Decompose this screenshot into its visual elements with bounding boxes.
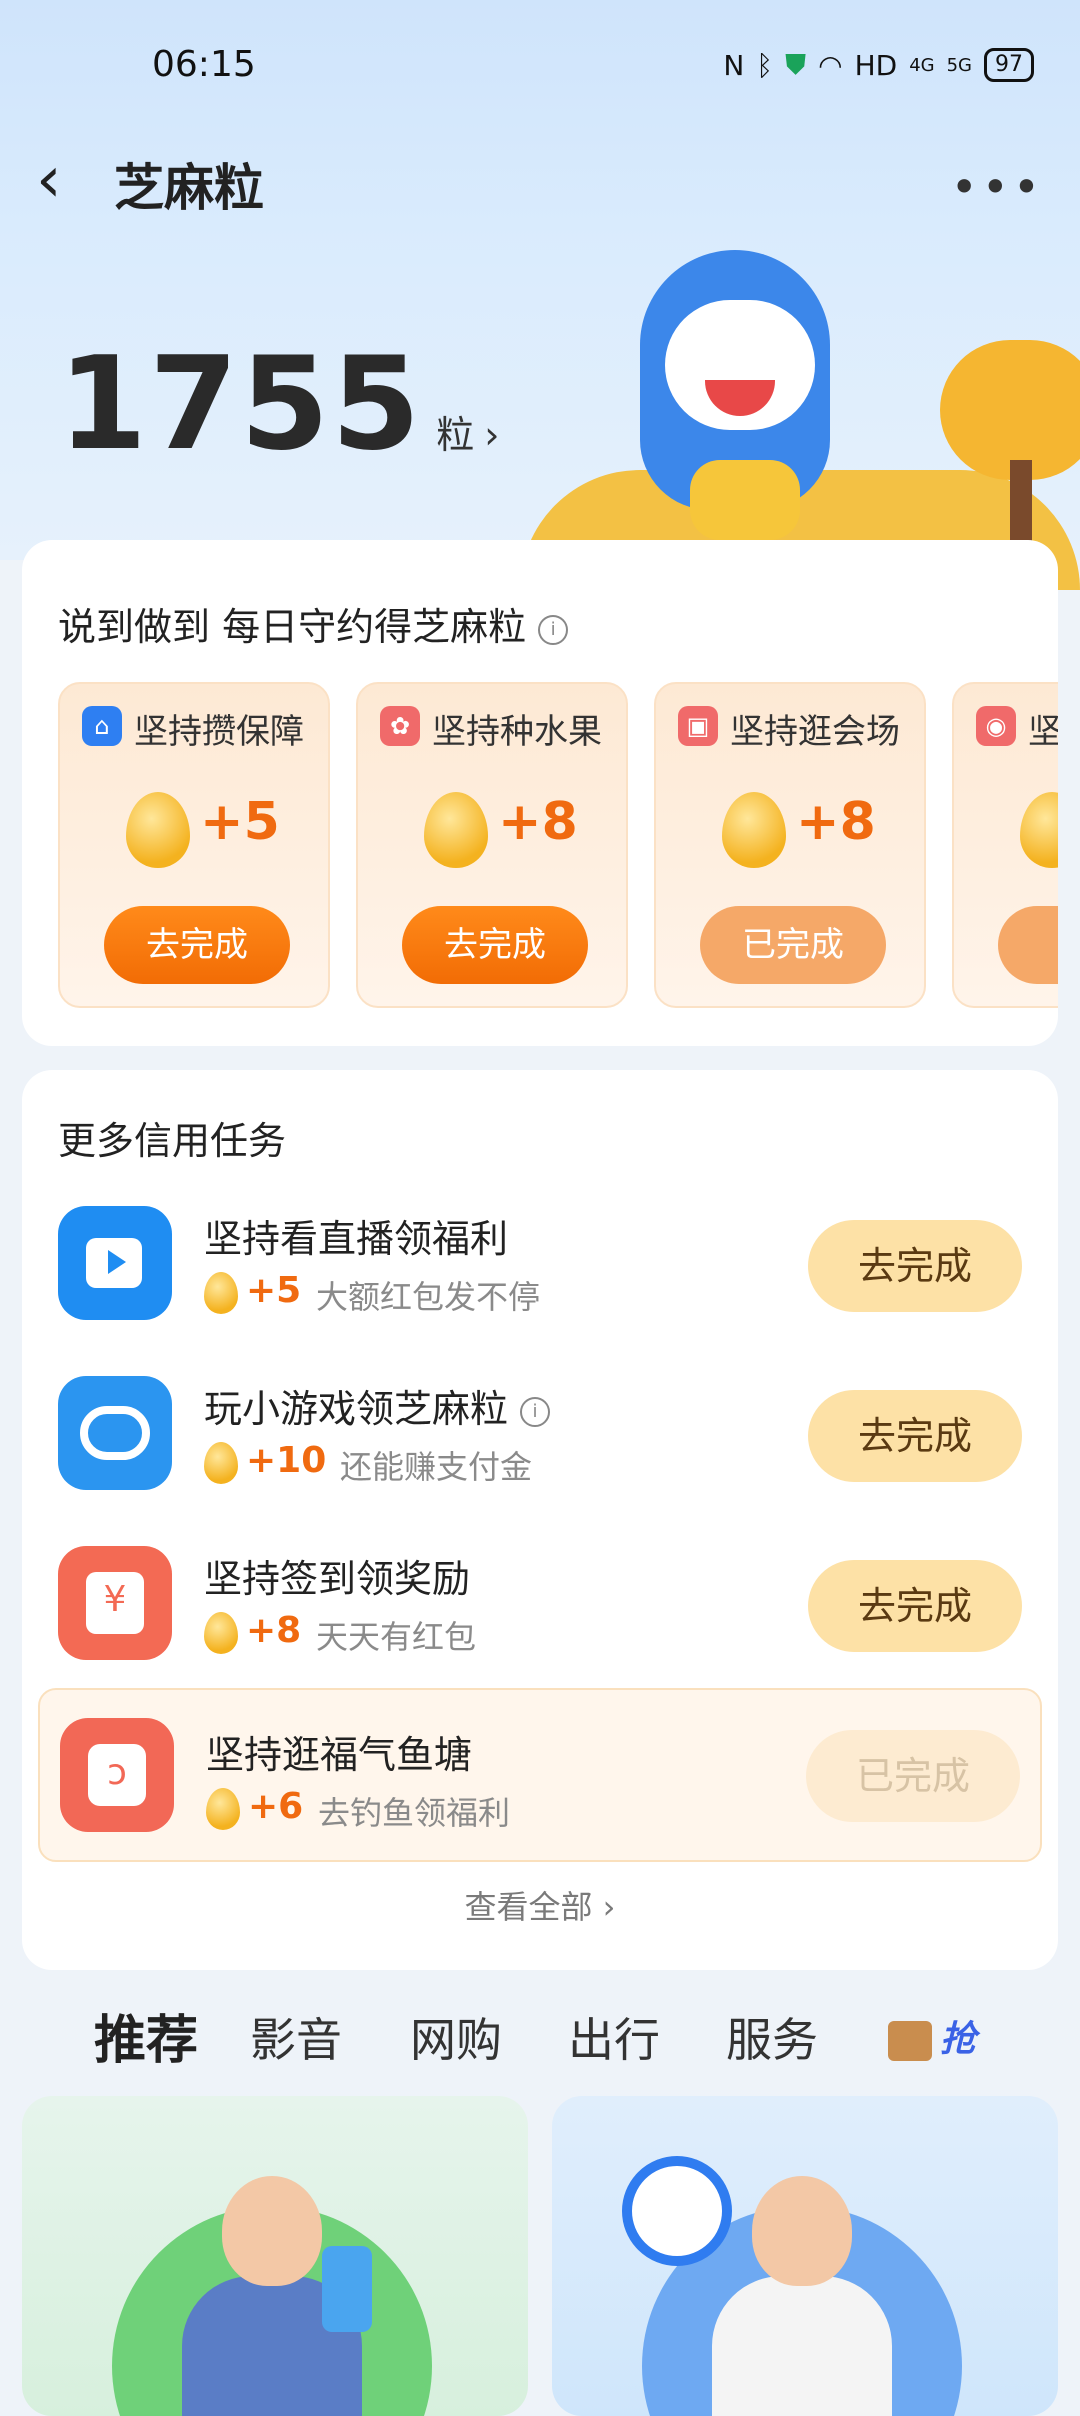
person-head [222,2176,322,2286]
page-title: 芝麻粒 [114,159,264,217]
daily-tasks-title: 说到做到 每日守约得芝麻粒 i [58,596,569,651]
fruit-tree-icon: ✿ [380,706,420,746]
view-all-link[interactable]: 查看全部 › [22,1882,1058,1928]
shield-icon: ⛊ [785,48,807,81]
play-icon [58,1206,172,1320]
complete-button[interactable]: 去完成 [808,1390,1022,1482]
recommend-card[interactable] [22,2096,528,2416]
daily-task-points: +8 [796,792,876,852]
sesame-egg-icon [722,792,786,868]
task-description: 天天有红包 [316,1618,477,1656]
status-bar: 06:15 Ν ᛒ ⛊ ◠ HD 4G 5G 97 [0,0,1080,140]
battery-indicator: 97 [984,48,1034,82]
task-points: +10 [246,1440,327,1481]
tab-recommend[interactable]: 推荐 [94,1998,198,2073]
tab-grab-label: 抢 [940,2019,977,2060]
sesame-egg-icon [126,792,190,868]
status-time: 06:15 [152,44,256,85]
tab-services[interactable]: 服务 [726,2004,818,2070]
sesame-egg-icon [1020,792,1058,868]
daily-tasks-scroller[interactable]: ⌂ 坚持攒保障 +5 去完成 ✿ 坚持种水果 +8 去完成 ▣ 坚持逛会场 +8… [58,682,1058,1012]
chevron-right-icon: › [484,413,500,457]
gold-jar [690,460,800,540]
sesame-egg-icon [424,792,488,868]
sesame-egg-icon [204,1272,238,1314]
info-icon[interactable]: i [520,1396,551,1427]
signal-5g-icon: 5G [946,54,972,76]
person-head [752,2176,852,2286]
phone-icon [322,2246,372,2332]
points-unit: 粒 [436,413,475,457]
tab-travel[interactable]: 出行 [568,2004,660,2070]
pet-icon: ◉ [976,706,1016,746]
task-description: 去钓鱼领福利 [318,1794,511,1832]
recommend-card[interactable] [552,2096,1058,2416]
complete-button[interactable]: 去完成 [808,1560,1022,1652]
complete-button[interactable]: 去完成 [402,906,588,984]
task-points: +5 [246,1270,302,1311]
daily-title-text: 说到做到 每日守约得芝麻粒 [58,605,527,649]
task-description: 还能赚支付金 [340,1448,533,1486]
daily-task-points: +8 [498,792,578,852]
sesame-egg-icon [206,1788,240,1830]
points-value: 1755 [58,330,423,479]
nfc-icon: Ν [723,48,745,82]
more-tasks-card: 更多信用任务 坚持看直播领福利 +5 大额红包发不停 去完成 玩小游戏领芝麻粒 i… [22,1070,1058,1970]
complete-button[interactable]: 去完成 [808,1220,1022,1312]
sesame-egg-icon [204,1442,238,1484]
tab-media[interactable]: 影音 [250,2004,342,2070]
yen-wallet-icon: ¥ [58,1546,172,1660]
gamepad-icon [58,1376,172,1490]
person-body [712,2276,892,2416]
hd-label: HD [854,48,898,82]
more-options-icon[interactable]: ••• [951,160,1044,214]
back-chevron-icon[interactable]: ‹ [36,148,96,218]
daily-task-title: 坚持逛会场 [730,712,900,752]
daily-task-card[interactable]: ⌂ 坚持攒保障 +5 去完成 [58,682,330,1008]
tree-trunk [1010,460,1032,550]
task-row-completed[interactable]: ↄ 坚持逛福气鱼塘 +6 去钓鱼领福利 已完成 [38,1688,1042,1862]
daily-task-card[interactable]: ◉ 坚 已 [952,682,1058,1008]
points-balance[interactable]: 1755 粒 › [58,330,499,479]
task-points: +6 [248,1786,304,1827]
more-tasks-title: 更多信用任务 [58,1119,287,1163]
shield-house-icon: ⌂ [82,706,122,746]
complete-button[interactable]: 去完成 [104,906,290,984]
daily-task-card[interactable]: ✿ 坚持种水果 +8 去完成 [356,682,628,1008]
tree-shape [940,340,1080,480]
task-description: 大额红包发不停 [316,1278,541,1316]
task-row[interactable]: 坚持看直播领福利 +5 大额红包发不停 去完成 [22,1186,1058,1336]
daily-task-card[interactable]: ▣ 坚持逛会场 +8 已完成 [654,682,926,1008]
info-icon[interactable]: i [538,614,569,645]
task-row[interactable]: 玩小游戏领芝麻粒 i +10 还能赚支付金 去完成 [22,1356,1058,1506]
task-name: 坚持签到领奖励 [204,1557,471,1601]
task-name: 坚持逛福气鱼塘 [206,1733,473,1777]
tab-shopping[interactable]: 网购 [410,2004,502,2070]
task-name: 坚持看直播领福利 [204,1217,509,1261]
task-name: 玩小游戏领芝麻粒 i [204,1378,551,1433]
daily-tasks-card: 说到做到 每日守约得芝麻粒 i ⌂ 坚持攒保障 +5 去完成 ✿ 坚持种水果 +8… [22,540,1058,1046]
fishhook-icon: ↄ [60,1718,174,1832]
completed-button[interactable]: 已完成 [700,906,886,984]
task-row[interactable]: ¥ 坚持签到领奖励 +8 天天有红包 去完成 [22,1526,1058,1676]
package-icon [888,2021,932,2061]
signal-4g-icon: 4G [909,54,935,76]
wifi-icon: ◠ [818,48,843,82]
completed-button[interactable]: 已完成 [806,1730,1020,1822]
task-points: +8 [246,1610,302,1651]
daily-task-title: 坚 [1028,712,1058,752]
daily-task-title: 坚持种水果 [432,712,602,752]
status-icons: Ν ᛒ ⛊ ◠ HD 4G 5G 97 [723,48,1034,82]
bluetooth-icon: ᛒ [756,48,774,82]
daily-task-points: +5 [200,792,280,852]
daily-task-title: 坚持攒保障 [134,712,304,752]
clock-icon [622,2156,732,2266]
gift-icon: ▣ [678,706,718,746]
sesame-egg-icon [204,1612,238,1654]
tab-grab[interactable]: 抢 [888,2010,976,2062]
completed-button[interactable]: 已 [998,906,1058,984]
task-name-text: 玩小游戏领芝麻粒 [204,1387,509,1431]
category-tabs: 推荐 影音 网购 出行 服务 抢 [0,1996,1080,2076]
